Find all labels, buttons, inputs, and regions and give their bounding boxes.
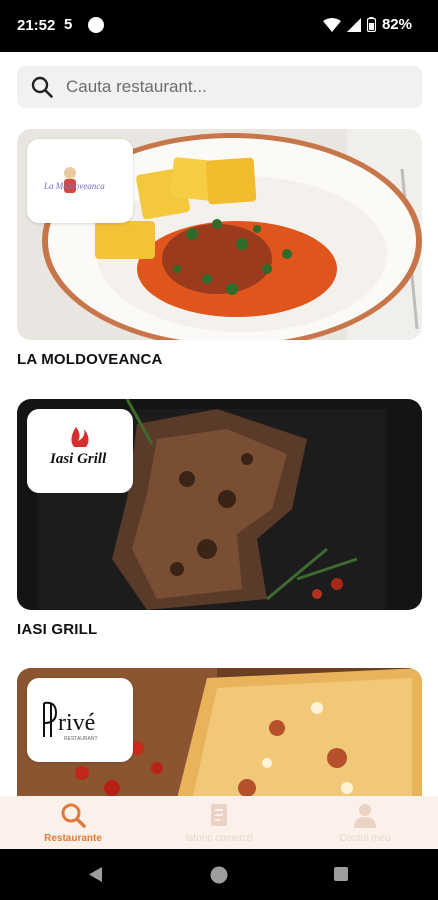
restaurants-screen: La Moldoveanca LA MOLDOVEANCA [0, 52, 438, 796]
wifi-icon [322, 17, 341, 32]
nav-item-restaurante[interactable]: Restaurante [0, 796, 146, 849]
restaurant-logo: rivé RESTAURANT [27, 678, 133, 762]
home-icon[interactable] [209, 865, 229, 885]
search-icon [59, 801, 87, 829]
bottom-nav: Restaurante Istoric comenzi Contul meu [0, 796, 438, 849]
svg-text:Iasi Grill: Iasi Grill [49, 451, 107, 467]
battery-percent: 82% [381, 16, 412, 33]
restaurant-image: Iasi Grill [17, 399, 422, 610]
nav-item-istoric-comenzi[interactable]: Istoric comenzi [146, 796, 292, 849]
nav-item-contul-meu[interactable]: Contul meu [292, 796, 438, 849]
svg-text:RESTAURANT: RESTAURANT [64, 736, 98, 742]
status-right: 82% [322, 16, 412, 33]
restaurant-logo: La Moldoveanca [27, 139, 133, 223]
nav-label: Restaurante [44, 833, 102, 844]
nav-label: Istoric comenzi [185, 833, 253, 844]
search-icon [31, 76, 53, 98]
restaurant-image: rivé RESTAURANT [17, 668, 422, 796]
status-notification-dot [88, 17, 104, 33]
logo-iasi-grill: Iasi Grill [49, 427, 107, 467]
search-bar[interactable] [17, 66, 422, 108]
restaurant-logo: Iasi Grill [27, 409, 133, 493]
restaurant-card[interactable]: Iasi Grill IASI GRILL [17, 399, 422, 638]
status-bar: 21:52 5 82% [0, 0, 438, 52]
signal-icon [346, 17, 361, 32]
system-nav-bar [0, 849, 438, 900]
recents-icon[interactable] [333, 866, 349, 882]
logo-la-moldoveanca: La Moldoveanca [43, 167, 105, 193]
restaurant-name: LA MOLDOVEANCA [17, 351, 163, 368]
restaurant-card[interactable]: La Moldoveanca LA MOLDOVEANCA [17, 129, 422, 368]
logo-prive: rivé RESTAURANT [43, 701, 98, 742]
user-icon [351, 801, 379, 829]
search-input[interactable] [66, 77, 386, 97]
nav-label: Contul meu [339, 833, 391, 844]
restaurant-image: La Moldoveanca [17, 129, 422, 340]
receipt-icon [205, 801, 233, 829]
restaurant-card[interactable]: rivé RESTAURANT [17, 668, 422, 796]
status-time: 21:52 [17, 17, 56, 34]
restaurant-name: IASI GRILL [17, 621, 98, 638]
battery-icon [366, 17, 376, 32]
svg-text:rivé: rivé [58, 710, 95, 736]
svg-text:La Moldoveanca: La Moldoveanca [43, 181, 105, 191]
back-icon[interactable] [88, 866, 104, 883]
status-app-icon: 5 [64, 16, 73, 33]
